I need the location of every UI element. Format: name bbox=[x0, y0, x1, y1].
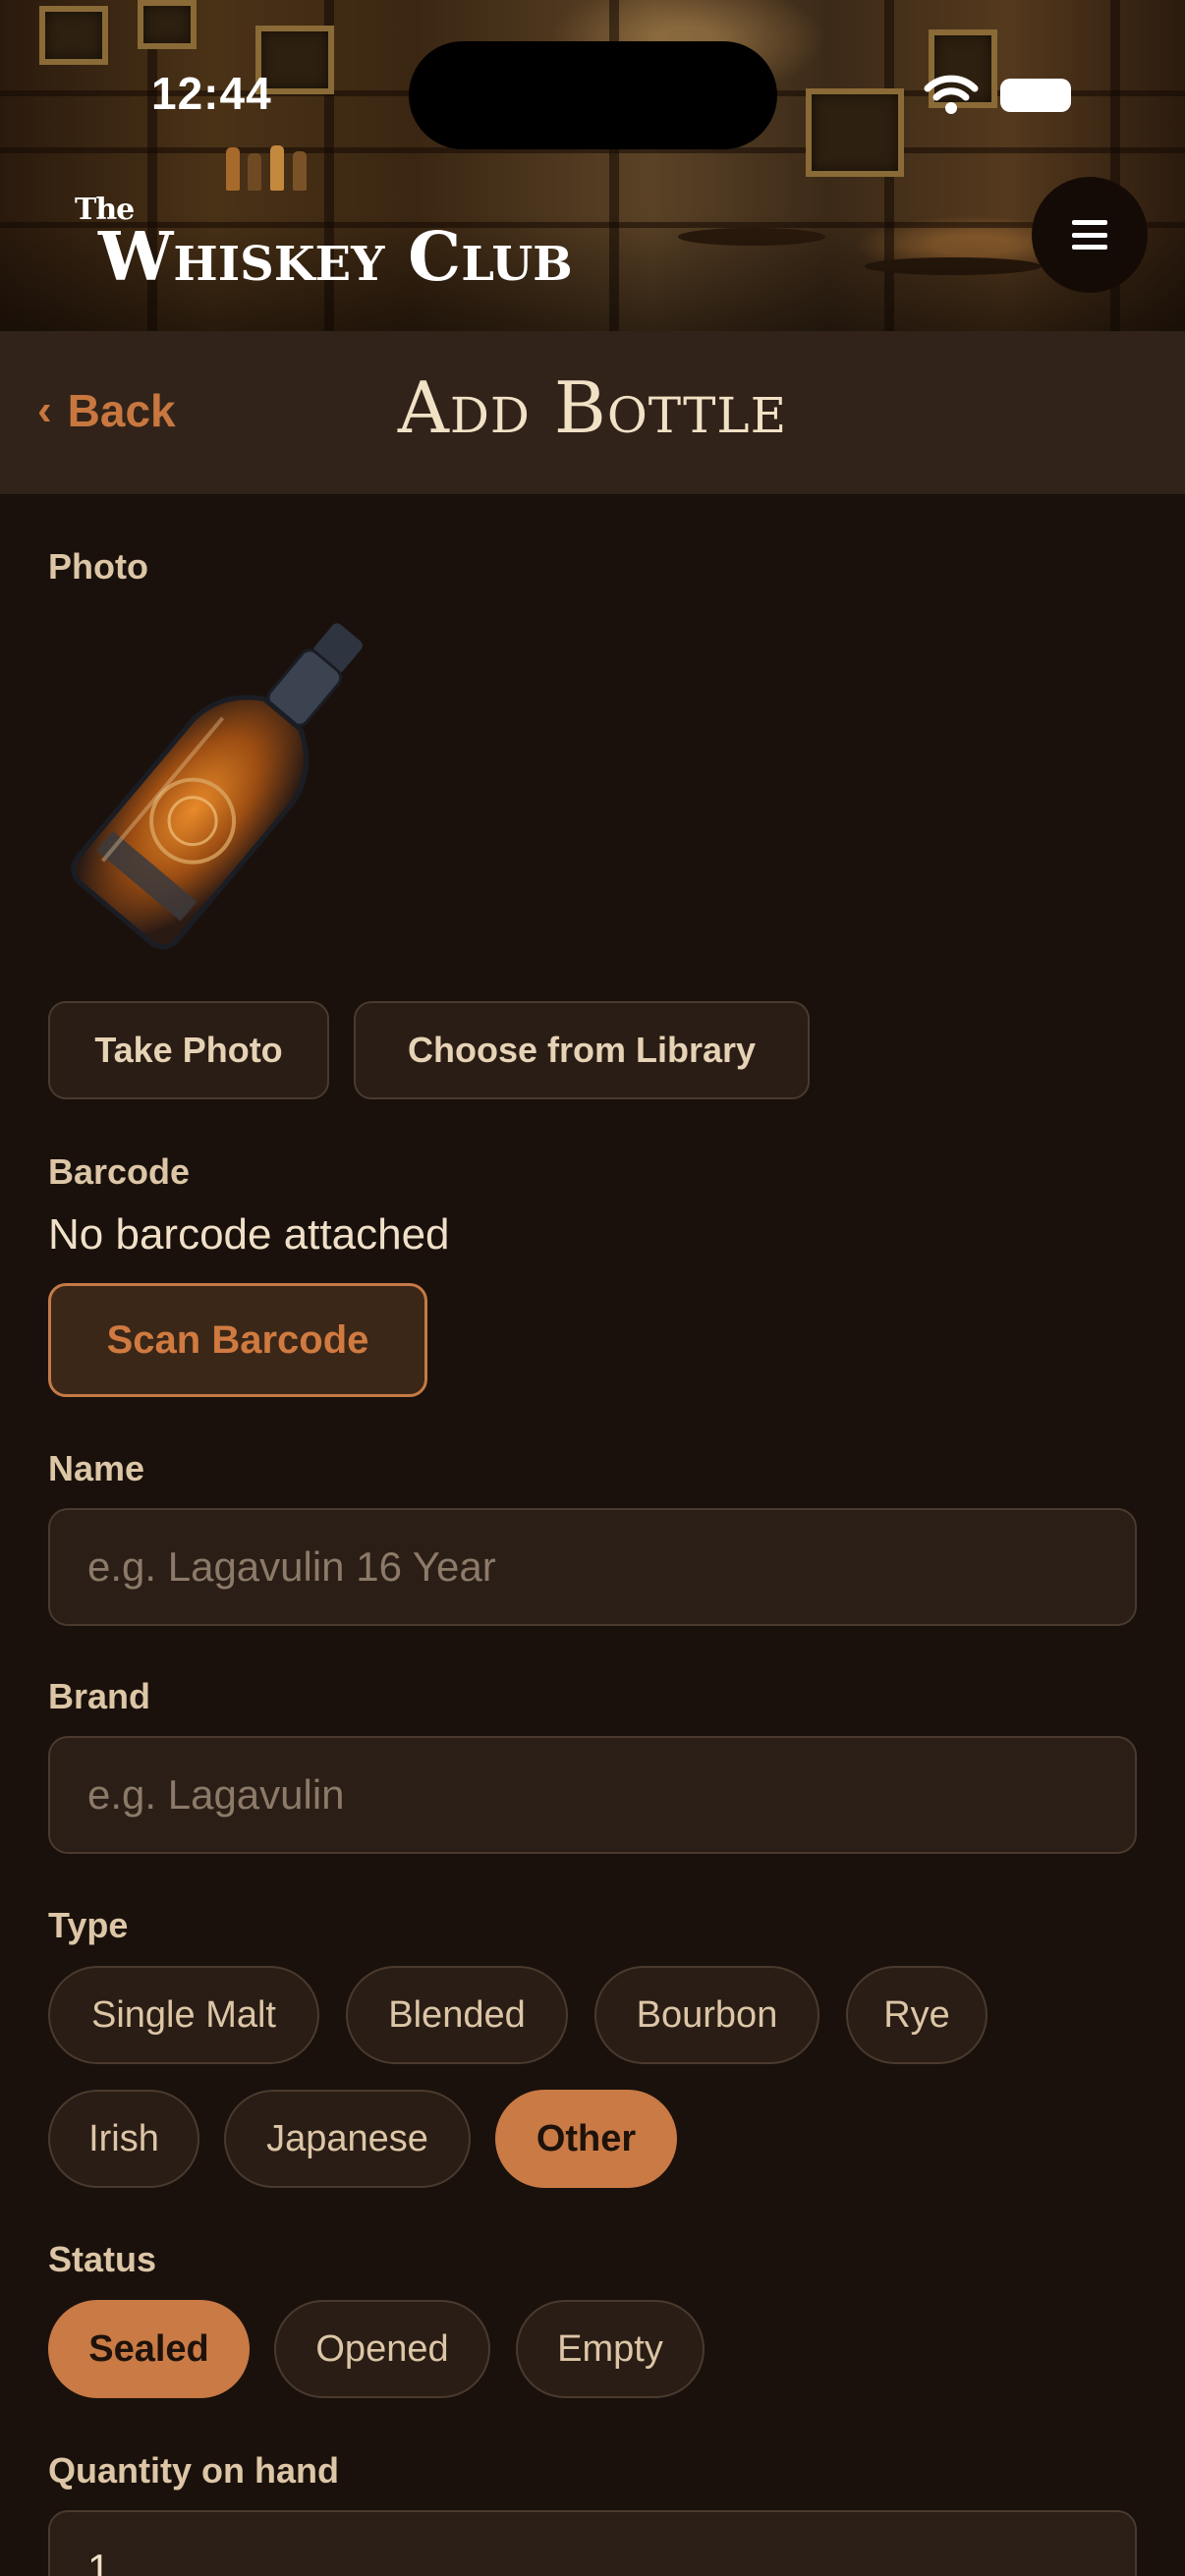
nav-bar: ‹ Back Add Bottle bbox=[0, 331, 1185, 494]
quantity-field-box bbox=[48, 2510, 1137, 2576]
type-chip-single-malt[interactable]: Single Malt bbox=[48, 1966, 319, 2064]
wifi-icon bbox=[924, 75, 979, 114]
type-chip-irish[interactable]: Irish bbox=[48, 2090, 199, 2188]
scan-barcode-button[interactable]: Scan Barcode bbox=[48, 1283, 427, 1397]
barcode-label: Barcode bbox=[48, 1151, 191, 1192]
logo-name: Whiskey Club bbox=[98, 218, 573, 297]
status-chip-sealed[interactable]: Sealed bbox=[48, 2300, 250, 2398]
status-label: Status bbox=[48, 2239, 157, 2279]
brand-label: Brand bbox=[48, 1676, 151, 1716]
type-chip-rye[interactable]: Rye bbox=[846, 1966, 988, 2064]
name-field-box bbox=[48, 1508, 1137, 1626]
bottle-photo bbox=[71, 623, 363, 950]
name-label: Name bbox=[48, 1448, 145, 1488]
quantity-label: Quantity on hand bbox=[48, 2450, 339, 2491]
type-chip-other[interactable]: Other bbox=[495, 2090, 677, 2188]
hamburger-menu-icon bbox=[1072, 220, 1107, 250]
menu-button[interactable] bbox=[1032, 177, 1148, 293]
brand-input[interactable] bbox=[87, 1771, 1135, 1819]
type-chip-japanese[interactable]: Japanese bbox=[224, 2090, 471, 2188]
status-chip-empty[interactable]: Empty bbox=[516, 2300, 705, 2398]
status-time: 12:44 bbox=[151, 68, 272, 119]
header-banner: 12:44 The Whiskey Club bbox=[0, 0, 1185, 331]
status-chip-opened[interactable]: Opened bbox=[274, 2300, 490, 2398]
type-chip-bourbon[interactable]: Bourbon bbox=[594, 1966, 819, 2064]
take-photo-button[interactable]: Take Photo bbox=[48, 1001, 329, 1099]
page-title: Add Bottle bbox=[397, 366, 788, 449]
barcode-status: No barcode attached bbox=[48, 1210, 450, 1259]
name-input[interactable] bbox=[87, 1543, 1135, 1591]
choose-from-library-button[interactable]: Choose from Library bbox=[354, 1001, 810, 1099]
quantity-input[interactable] bbox=[87, 2546, 1135, 2576]
dynamic-island bbox=[409, 41, 777, 149]
brand-field-box bbox=[48, 1736, 1137, 1854]
battery-icon bbox=[1000, 79, 1071, 112]
photo-label: Photo bbox=[48, 546, 148, 587]
type-label: Type bbox=[48, 1905, 129, 1945]
add-bottle-screen: 12:44 The Whiskey Club ‹ Back Add Bottle… bbox=[0, 0, 1185, 2576]
type-chip-blended[interactable]: Blended bbox=[346, 1966, 568, 2064]
